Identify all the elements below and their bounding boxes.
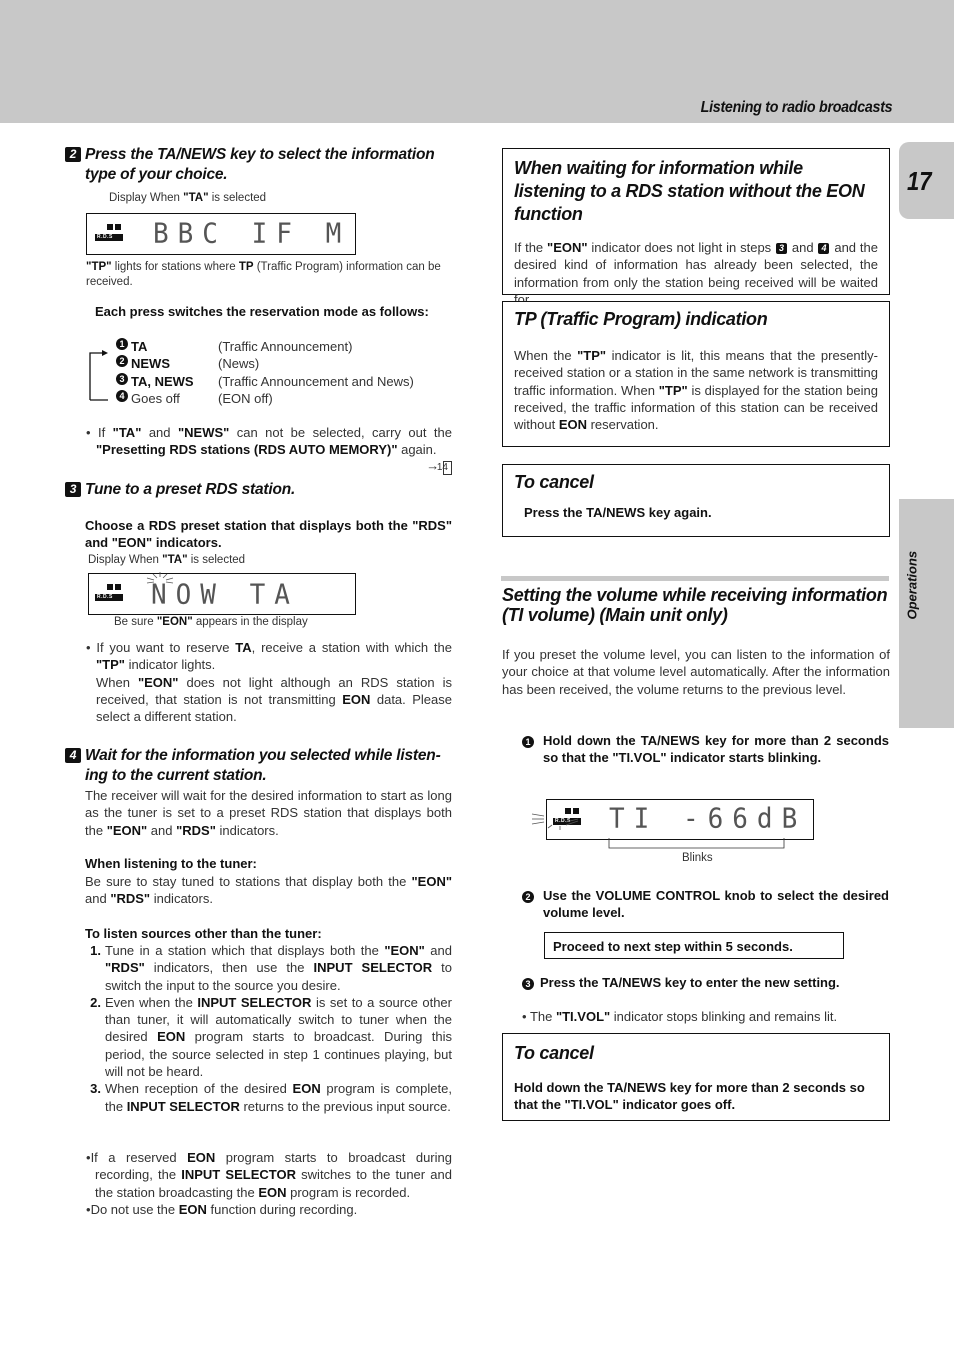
eon-box-text: If the "EON" indicator does not light in… bbox=[514, 240, 878, 307]
rds-indicator-icon: R.D.S bbox=[95, 578, 123, 601]
mode-item: 2 NEWS (News) bbox=[116, 355, 456, 372]
mode-item: 4 Goes off (EON off) bbox=[116, 389, 456, 407]
section-title: Listening to radio broadcasts bbox=[700, 99, 892, 116]
modes-list: 1 TA (Traffic Announcement) 2 NEWS (News) 3 TA,… bbox=[116, 338, 456, 407]
step4-description: The receiver will wait for the desired i… bbox=[85, 788, 452, 838]
lcd-display-bbc: R.D.S BBC IF M bbox=[86, 213, 356, 255]
step3-display-caption: Display When "TA" is selected bbox=[88, 554, 246, 566]
page-ref-link[interactable]: 14 bbox=[437, 460, 452, 475]
step3-bullet: • If you want to reserve TA, receive a s… bbox=[86, 640, 453, 725]
tuner-heading: When listening to the tuner: bbox=[85, 856, 257, 871]
ti-volume-heading: Setting the volume while receiving infor… bbox=[502, 585, 888, 625]
step4-badge: 4 bbox=[65, 748, 81, 763]
proceed-note: Proceed to next step within 5 seconds. bbox=[544, 932, 844, 959]
other-sources-heading: To listen sources other than the tuner: bbox=[85, 926, 322, 941]
step3-heading: 3 Tune to a preset RDS station. bbox=[65, 480, 460, 500]
list-item: 3. When reception of the desired EON prog… bbox=[90, 1081, 452, 1114]
note-item: •Do not use the EON function during reco… bbox=[86, 1201, 358, 1217]
ti-step2: 2 Use the VOLUME CONTROL knob to select t… bbox=[522, 887, 889, 922]
cancel-box-2: To cancel Hold down the TA/NEWS key for … bbox=[502, 1033, 890, 1121]
mode-description: (Traffic Announcement and News) bbox=[218, 373, 414, 389]
ti-volume-intro: If you preset the volume level, you can … bbox=[502, 647, 890, 697]
step2-heading: 2 Press the TA/NEWS key to select the inf… bbox=[65, 145, 460, 185]
lcd-text: NOW TA bbox=[151, 579, 299, 611]
tp-box-text: When the "TP" indicator is lit, this mea… bbox=[514, 348, 878, 433]
ti-bullet: • The "TI.VOL" indicator stops blinking … bbox=[522, 1009, 838, 1024]
ti-step1: 1 Hold down the TA/NEWS key for more than… bbox=[522, 732, 889, 767]
mode-key: TA, NEWS bbox=[131, 373, 194, 389]
mode-item: 1 TA (Traffic Announcement) bbox=[116, 338, 456, 355]
step2-bullet: • If "TA" and "NEWS" can not be selected… bbox=[86, 425, 452, 475]
step3-instruction: Choose a RDS preset station that display… bbox=[85, 518, 452, 551]
cycle-arrow-icon bbox=[88, 349, 108, 401]
cancel-box-2-title: To cancel bbox=[514, 1043, 594, 1063]
step2-display-caption: Display When "TA" is selected bbox=[109, 192, 267, 204]
step2-badge: 2 bbox=[65, 147, 81, 162]
mode-item: 3 TA, NEWS (Traffic Announcement and News) bbox=[116, 372, 456, 390]
lcd-display-ti-vol: R.D.S TI -66dB bbox=[546, 799, 814, 840]
page-number: 17 bbox=[907, 166, 932, 196]
step4-heading: 4 Wait for the information you selected w… bbox=[65, 746, 460, 786]
blink-rays-icon bbox=[530, 806, 580, 837]
mode-key: Goes off bbox=[131, 390, 180, 406]
eon-info-box: When waiting for information while liste… bbox=[502, 148, 890, 307]
mode-description: (EON off) bbox=[218, 390, 273, 406]
eon-box-title: When waiting for information while liste… bbox=[514, 158, 865, 224]
blinks-bracket bbox=[608, 838, 785, 850]
step-number-icon: 4 bbox=[116, 389, 128, 402]
mode-description: (Traffic Announcement) bbox=[218, 339, 353, 354]
cancel-box-2-text: Hold down the TA/NEWS key for more than … bbox=[514, 1080, 865, 1113]
tp-info-box: TP (Traffic Program) indication When the… bbox=[502, 301, 890, 447]
blinks-label: Blinks bbox=[682, 852, 713, 864]
tp-note: "TP" lights for stations where TP (Traff… bbox=[86, 261, 441, 288]
step-number-icon: 1 bbox=[116, 338, 128, 350]
lcd-text: BBC IF M bbox=[153, 218, 351, 250]
ti-step3: 3 Press the TA/NEWS key to enter the new … bbox=[522, 974, 889, 991]
cancel-box-1-title: To cancel bbox=[514, 472, 594, 492]
mode-description: (News) bbox=[218, 356, 260, 372]
step-number-icon: 2 bbox=[116, 355, 128, 368]
list-item: 2. Even when the INPUT SELECTOR is set to… bbox=[90, 994, 452, 1080]
eon-note: Be sure "EON" appears in the display bbox=[114, 616, 308, 628]
mode-key: TA bbox=[131, 339, 148, 354]
cancel-box-1: To cancel Press the TA/NEWS key again. bbox=[502, 464, 890, 537]
note-item: •If a reserved EON program starts to bro… bbox=[86, 1150, 452, 1200]
recording-notes: •If a reserved EON program starts to bro… bbox=[86, 1149, 452, 1218]
step-number-icon: 3 bbox=[116, 372, 128, 385]
other-sources-list: 1. Tune in a station which that displays … bbox=[85, 942, 452, 1115]
cancel-box-1-text: Press the TA/NEWS key again. bbox=[524, 505, 712, 520]
lcd-text: TI -66dB bbox=[609, 803, 807, 835]
list-item: 1. Tune in a station which that displays … bbox=[90, 943, 452, 993]
rds-indicator-icon: R.D.S bbox=[95, 218, 123, 241]
section-divider bbox=[501, 576, 889, 581]
step3-badge: 3 bbox=[65, 482, 81, 497]
mode-key: NEWS bbox=[131, 356, 170, 372]
tp-box-title: TP (Traffic Program) indication bbox=[514, 309, 768, 329]
modes-intro: Each press switches the reservation mode… bbox=[95, 304, 429, 319]
tuner-text: Be sure to stay tuned to stations that d… bbox=[85, 874, 452, 907]
lcd-display-now-ta: R.D.S NOW TA bbox=[88, 572, 356, 615]
